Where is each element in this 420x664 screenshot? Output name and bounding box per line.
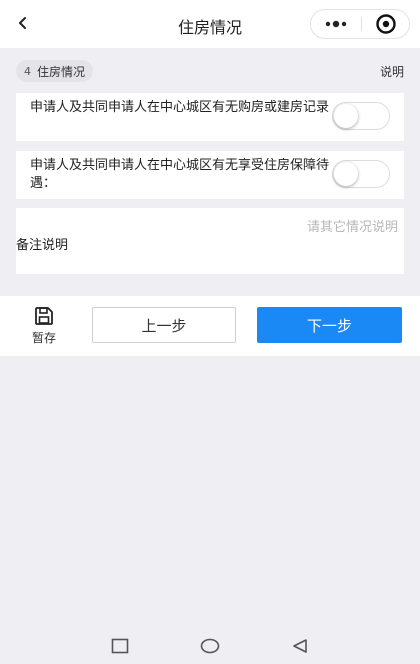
note-card: 备注说明 xyxy=(16,208,404,274)
section-title: 住房情况 xyxy=(37,64,86,79)
toggle-knob xyxy=(334,162,358,186)
recent-apps-icon[interactable] xyxy=(111,638,129,658)
question-toggle[interactable] xyxy=(332,160,390,188)
save-draft-button[interactable]: 暂存 xyxy=(22,306,66,348)
question-card: 申请人及共同申请人在中心城区有无购房或建房记录 xyxy=(16,93,404,141)
system-navigation-bar xyxy=(0,630,420,664)
question-toggle[interactable] xyxy=(332,102,390,130)
toggle-knob xyxy=(334,104,358,128)
next-step-button[interactable]: 下一步 xyxy=(257,307,402,343)
section-number: 4 xyxy=(24,64,31,78)
question-label: 申请人及共同申请人在中心城区有无享受住房保障待遇： xyxy=(30,158,330,191)
more-dots-icon[interactable] xyxy=(311,10,361,38)
section-tag: 4 住房情况 xyxy=(16,60,94,82)
section-header: 4 住房情况 说明 xyxy=(0,56,420,88)
previous-step-button[interactable]: 上一步 xyxy=(92,307,236,343)
question-label: 申请人及共同申请人在中心城区有无购房或建房记录 xyxy=(30,100,330,115)
home-icon[interactable] xyxy=(200,638,220,658)
save-icon xyxy=(35,307,53,325)
mini-program-capsule xyxy=(310,9,410,39)
note-input[interactable] xyxy=(136,216,398,266)
question-card: 申请人及共同申请人在中心城区有无享受住房保障待遇： xyxy=(16,151,404,199)
note-label: 备注说明 xyxy=(16,238,69,253)
system-back-icon[interactable] xyxy=(291,638,309,658)
save-label: 暂存 xyxy=(31,331,56,345)
navigation-bar: 住房情况 xyxy=(0,0,420,48)
bottom-action-bar: 暂存 上一步 下一步 xyxy=(0,296,420,356)
eye-icon[interactable] xyxy=(362,10,410,38)
section-explain-link[interactable]: 说明 xyxy=(380,63,404,80)
